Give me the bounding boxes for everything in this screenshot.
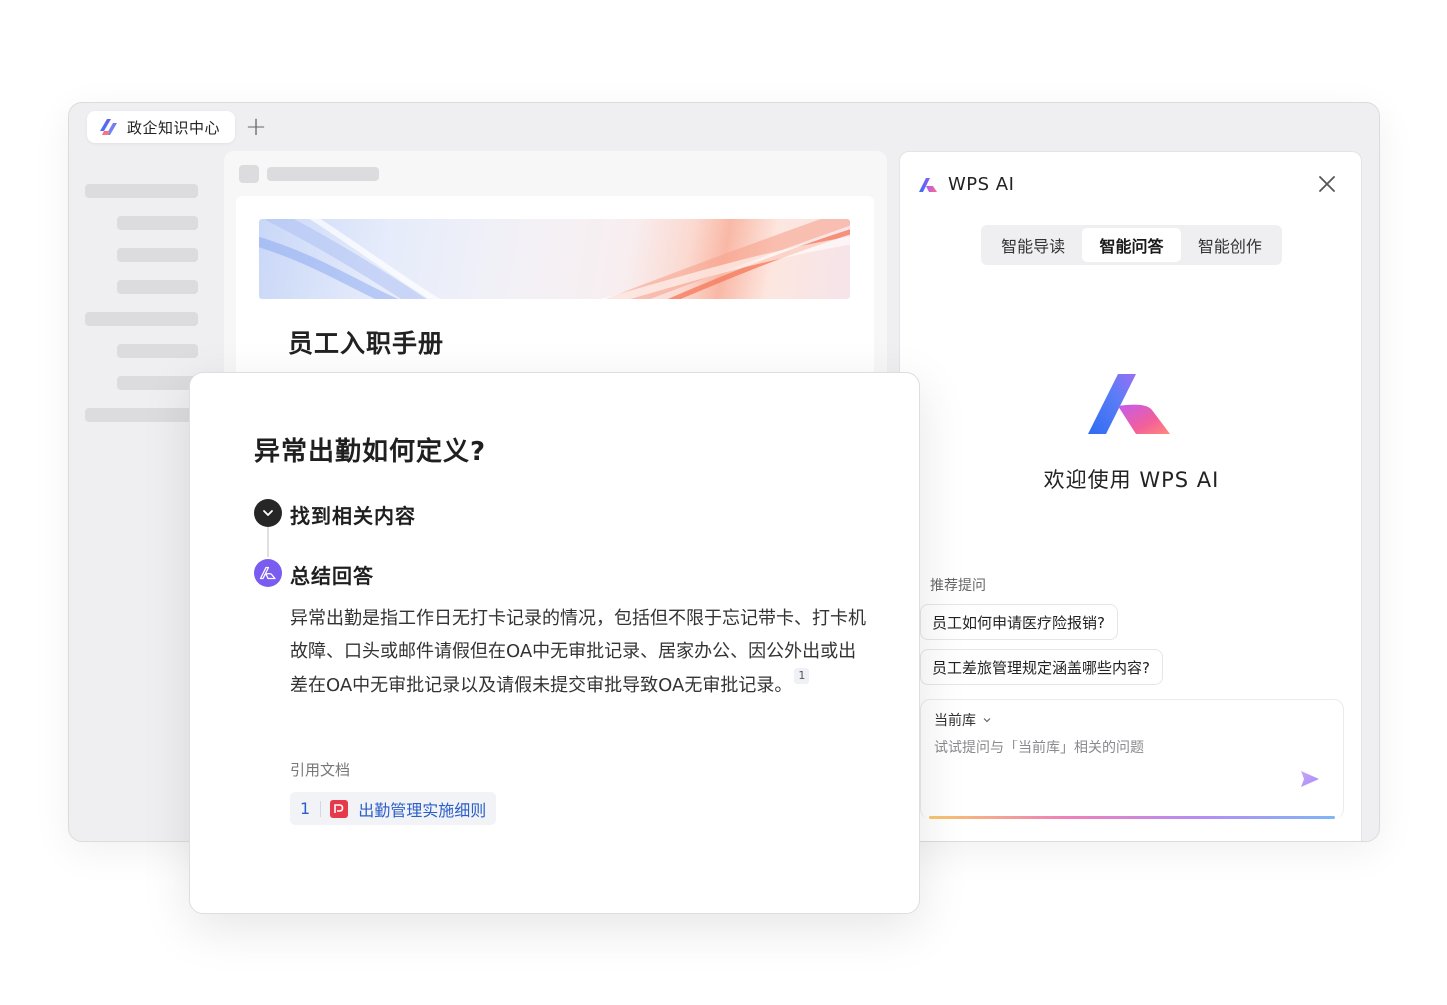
- answer-body: 异常出勤是指工作日无打卡记录的情况，包括但不限于忘记带卡、打卡机故障、口头或邮件…: [290, 608, 866, 696]
- answer-card: 异常出勤如何定义? 找到相关内容 总结回答 异常出勤是指工作日无打卡记录的情况，…: [189, 372, 920, 914]
- tab-smart-creation[interactable]: 智能创作: [1181, 228, 1279, 262]
- suggested-question[interactable]: 员工差旅管理规定涵盖哪些内容?: [920, 649, 1163, 685]
- banner-graphic: [259, 219, 850, 299]
- chevron-down-icon: [263, 510, 273, 516]
- reference-label: 引用文档: [290, 761, 351, 779]
- document-title: 员工入职手册: [288, 329, 445, 358]
- tab-knowledge-center[interactable]: 政企知识中心: [87, 111, 235, 143]
- sidebar-placeholder: [117, 280, 198, 294]
- toolbar-placeholder: [239, 165, 259, 183]
- step-find-content: 找到相关内容: [290, 504, 416, 528]
- chat-input[interactable]: [934, 740, 1314, 756]
- citation-marker[interactable]: 1: [794, 668, 810, 684]
- sidebar-placeholder: [85, 184, 198, 198]
- tab-smart-qa[interactable]: 智能问答: [1082, 228, 1181, 262]
- sidebar-placeholder: [85, 312, 198, 326]
- chevron-down-icon: [983, 718, 991, 723]
- tab-smart-reading[interactable]: 智能导读: [984, 228, 1082, 262]
- scope-label: 当前库: [934, 713, 976, 729]
- sidebar-placeholder: [117, 376, 198, 390]
- welcome-heading: 欢迎使用 WPS AI: [1043, 468, 1220, 492]
- document-banner: [259, 219, 850, 299]
- reference-document-link[interactable]: 1 出勤管理实施细则: [290, 792, 497, 825]
- step-connector: [267, 527, 269, 557]
- wps-ai-outline-icon: [259, 566, 276, 580]
- suggested-questions-label: 推荐提问: [930, 578, 986, 594]
- reference-number: 1: [300, 799, 311, 818]
- ai-panel-header: WPS AI: [918, 174, 1014, 195]
- question-title: 异常出勤如何定义?: [254, 437, 487, 467]
- knowledge-center-logo-icon: [100, 119, 117, 135]
- wps-ai-large-logo-icon: [1088, 374, 1170, 434]
- close-icon[interactable]: [1317, 174, 1337, 194]
- reference-title: 出勤管理实施细则: [358, 800, 487, 820]
- suggested-question[interactable]: 员工如何申请医疗险报销?: [920, 604, 1118, 640]
- toolbar-placeholder: [267, 167, 379, 181]
- ai-mode-tabs: 智能导读 智能问答 智能创作: [981, 225, 1282, 265]
- sidebar-placeholder: [117, 216, 198, 230]
- send-icon[interactable]: [1299, 769, 1321, 789]
- ai-step-icon: [254, 559, 282, 587]
- divider: [320, 800, 322, 817]
- wps-ai-panel: WPS AI 智能导读 智能问答 智能创作 欢迎使用 WPS AI 推荐提问 员…: [899, 151, 1362, 841]
- collapse-toggle[interactable]: [254, 499, 282, 527]
- scope-selector[interactable]: 当前库: [934, 710, 992, 730]
- step-summary-answer: 总结回答: [290, 564, 374, 588]
- tab-label: 政企知识中心: [127, 118, 221, 137]
- answer-text: 异常出勤是指工作日无打卡记录的情况，包括但不限于忘记带卡、打卡机故障、口头或邮件…: [290, 602, 870, 702]
- input-accent-line: [929, 816, 1335, 819]
- sidebar-placeholder: [117, 344, 198, 358]
- sidebar-placeholder: [85, 408, 198, 422]
- sidebar-placeholder: [117, 248, 198, 262]
- ai-panel-title: WPS AI: [948, 174, 1015, 195]
- pdf-file-icon: [330, 799, 349, 818]
- new-tab-button[interactable]: +: [245, 113, 267, 141]
- wps-ai-logo-icon: [919, 177, 937, 192]
- chat-input-box: 当前库: [920, 699, 1344, 819]
